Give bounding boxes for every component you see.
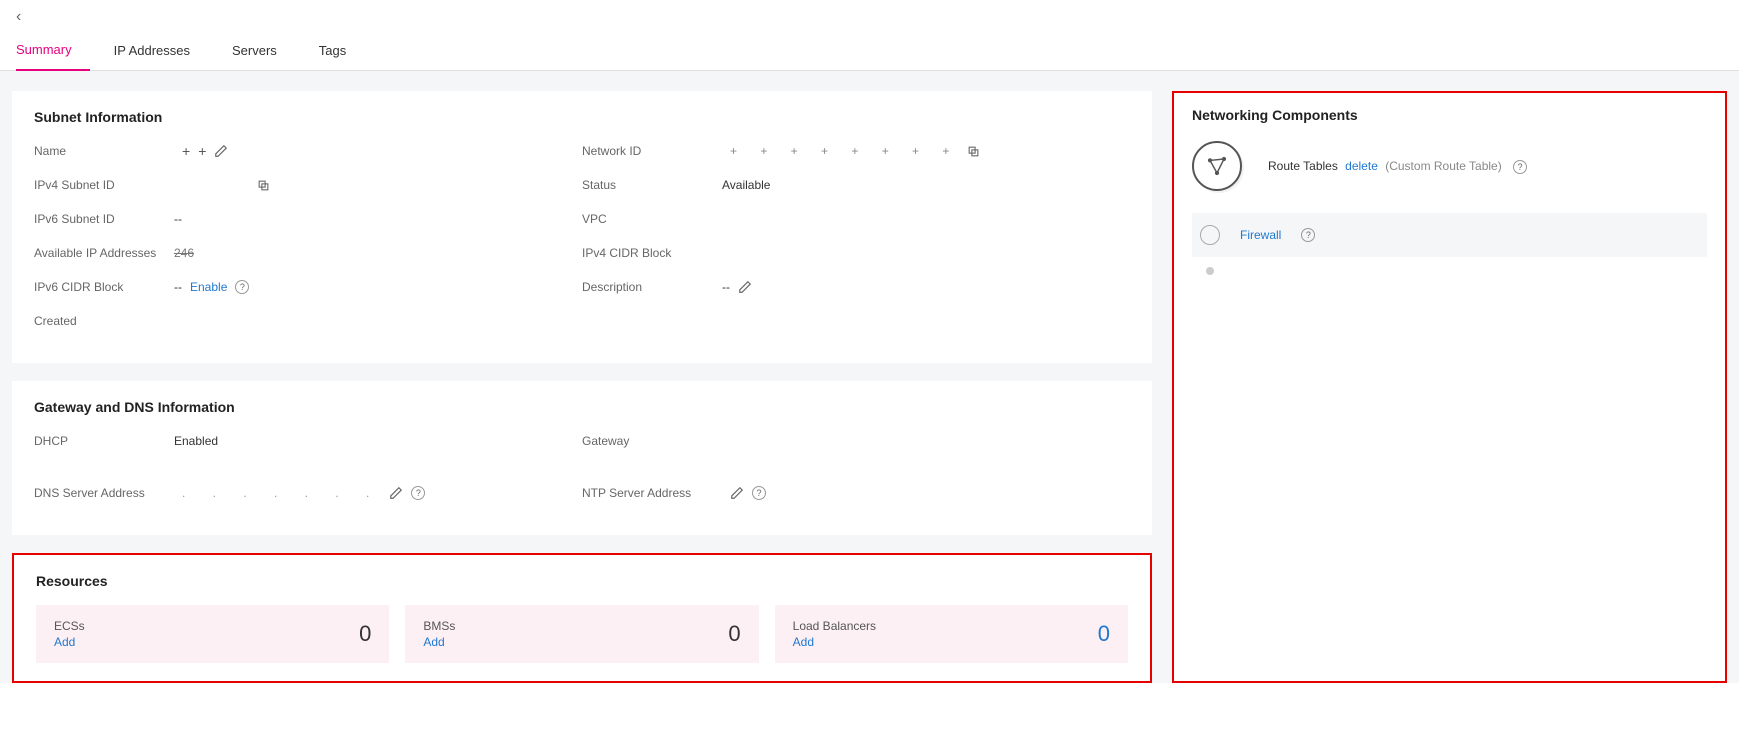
tab-ip-addresses[interactable]: IP Addresses: [114, 31, 208, 70]
subnet-info-title: Subnet Information: [34, 109, 1130, 125]
tile-count: 0: [1098, 621, 1110, 647]
tab-summary[interactable]: Summary: [16, 30, 90, 71]
help-icon[interactable]: ?: [235, 280, 249, 294]
edit-icon[interactable]: [214, 144, 228, 158]
tile-name: BMSs: [423, 619, 455, 633]
gateway-dns-panel: Gateway and DNS Information DHCP Enabled…: [12, 381, 1152, 535]
status-dot-icon: [1206, 267, 1214, 275]
back-chevron-icon[interactable]: ‹: [16, 8, 21, 26]
copy-icon[interactable]: [257, 179, 270, 192]
route-tables-row: Route Tables delete (Custom Route Table)…: [1192, 141, 1707, 213]
firewall-row[interactable]: Firewall ?: [1192, 213, 1707, 257]
subnet-information-panel: Subnet Information Name + +: [12, 91, 1152, 363]
label-dhcp: DHCP: [34, 434, 174, 448]
firewall-link[interactable]: Firewall: [1240, 228, 1281, 242]
networking-components-panel: Networking Components Route Tables delet…: [1172, 91, 1727, 683]
value-status: Available: [722, 178, 770, 192]
networking-title: Networking Components: [1192, 107, 1707, 123]
plus-icon[interactable]: +: [198, 143, 206, 159]
label-created: Created: [34, 314, 174, 328]
label-name: Name: [34, 144, 174, 158]
route-tables-icon: [1192, 141, 1242, 191]
resources-title: Resources: [36, 573, 1128, 589]
networking-item: [1192, 257, 1707, 285]
label-ipv6-subnet-id: IPv6 Subnet ID: [34, 212, 174, 226]
resource-tile-ecs[interactable]: ECSs Add 0: [36, 605, 389, 663]
tabs-bar: Summary IP Addresses Servers Tags: [0, 30, 1739, 71]
resources-panel: Resources ECSs Add 0 BMSs Add 0: [12, 553, 1152, 683]
edit-icon[interactable]: [389, 486, 403, 500]
help-icon[interactable]: ?: [1513, 160, 1527, 174]
tile-name: ECSs: [54, 619, 85, 633]
edit-icon[interactable]: [730, 486, 744, 500]
tile-add-link[interactable]: Add: [54, 635, 85, 649]
value-ipv6-subnet-id: --: [174, 212, 182, 226]
plus-icon[interactable]: +: [182, 143, 190, 159]
tile-add-link[interactable]: Add: [793, 635, 876, 649]
label-available-ip: Available IP Addresses: [34, 246, 174, 260]
label-description: Description: [582, 280, 722, 294]
label-ipv4-subnet-id: IPv4 Subnet ID: [34, 178, 174, 192]
enable-ipv6-link[interactable]: Enable: [190, 280, 227, 294]
value-available-ip: 246: [174, 246, 194, 260]
help-icon[interactable]: ?: [411, 486, 425, 500]
label-ipv4-cidr: IPv4 CIDR Block: [582, 246, 722, 260]
tab-servers[interactable]: Servers: [232, 31, 295, 70]
firewall-icon: [1200, 225, 1220, 245]
page-breadcrumb: [39, 10, 48, 24]
help-icon[interactable]: ?: [752, 486, 766, 500]
route-tables-label: Route Tables: [1268, 159, 1338, 173]
label-status: Status: [582, 178, 722, 192]
label-dns: DNS Server Address: [34, 486, 174, 500]
copy-icon[interactable]: [967, 145, 980, 158]
edit-icon[interactable]: [738, 280, 752, 294]
value-ipv6-cidr-prefix: --: [174, 280, 182, 294]
value-dhcp: Enabled: [174, 434, 218, 448]
resource-tile-bms[interactable]: BMSs Add 0: [405, 605, 758, 663]
tile-add-link[interactable]: Add: [423, 635, 455, 649]
label-ipv6-cidr: IPv6 CIDR Block: [34, 280, 174, 294]
tab-tags[interactable]: Tags: [319, 31, 364, 70]
resource-tile-lb[interactable]: Load Balancers Add 0: [775, 605, 1128, 663]
tile-name: Load Balancers: [793, 619, 876, 633]
label-ntp: NTP Server Address: [582, 486, 722, 500]
gateway-title: Gateway and DNS Information: [34, 399, 1130, 415]
route-tables-subtext: (Custom Route Table): [1385, 159, 1502, 173]
help-icon[interactable]: ?: [1301, 228, 1315, 242]
label-network-id: Network ID: [582, 144, 722, 158]
tile-count: 0: [359, 621, 371, 647]
tile-count: 0: [728, 621, 740, 647]
label-vpc: VPC: [582, 212, 722, 226]
label-gateway: Gateway: [582, 434, 722, 448]
value-description: --: [722, 280, 730, 294]
route-tables-delete-link[interactable]: delete: [1345, 159, 1378, 173]
